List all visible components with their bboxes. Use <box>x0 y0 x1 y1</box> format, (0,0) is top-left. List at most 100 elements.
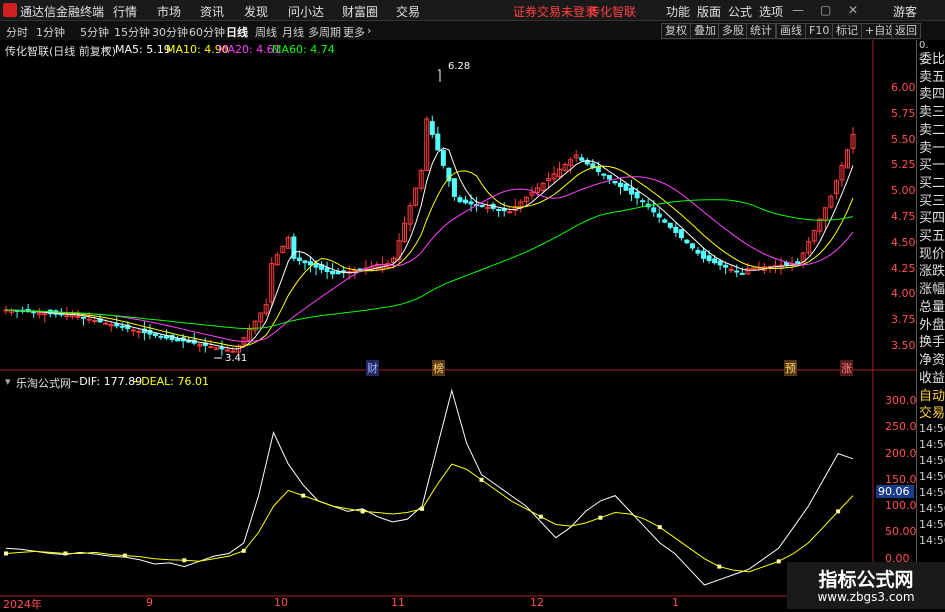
f10-button[interactable]: F10 <box>805 23 834 39</box>
diejia-button[interactable]: 叠加 <box>690 23 720 39</box>
menu-zixun[interactable]: 资讯 <box>200 3 224 20</box>
menu-faxian[interactable]: 发现 <box>244 3 268 20</box>
watermark-url: www.zbgs3.com <box>817 590 915 604</box>
restore-icon[interactable]: ▢ <box>820 3 831 17</box>
candle-body <box>86 318 92 321</box>
menu-bar: 通达信金融终端 行情 市场 资讯 发现 问小达 财富圈 交易 证券交易未登录 传… <box>0 0 945 21</box>
candle-body <box>667 222 673 228</box>
biaoji-button[interactable]: 标记 <box>832 23 862 39</box>
kline-chart-area[interactable]: 6.28 3.41 <box>0 40 916 609</box>
sidebar-item[interactable]: 买五 <box>919 225 945 244</box>
sidebar-time: 14:56 <box>919 502 945 515</box>
sub-y-tick: 100.0 <box>885 499 917 513</box>
sidebar-item[interactable]: 涨跌 <box>919 260 945 279</box>
tab-more[interactable]: 更多 <box>343 24 365 40</box>
sidebar-item[interactable]: 买二 <box>919 172 945 191</box>
sidebar-item[interactable]: 涨幅 <box>919 278 945 297</box>
sidebar-item[interactable]: 卖三 <box>919 101 945 120</box>
candle-body <box>673 226 679 233</box>
candle-body <box>695 249 701 254</box>
sidebar-item[interactable]: 净资 <box>919 349 945 368</box>
sidebar-time: 14:56 <box>919 454 945 467</box>
watermark: 指标公式网 www.zbgs3.com <box>787 562 945 609</box>
sub-y-tick: 300.0 <box>885 394 917 407</box>
user-label[interactable]: 游客 <box>893 3 917 20</box>
close-icon[interactable]: ✕ <box>848 3 858 17</box>
sidebar-item[interactable]: 买三 <box>919 190 945 209</box>
tab-1min[interactable]: 1分钟 <box>36 24 65 40</box>
menu-gongneng[interactable]: 功能 <box>666 3 690 20</box>
menu-hangqing[interactable]: 行情 <box>113 3 137 20</box>
menu-shichang[interactable]: 市场 <box>157 3 181 20</box>
duogu-button[interactable]: 多股 <box>718 23 748 39</box>
login-status[interactable]: 证券交易未登录 <box>513 3 597 20</box>
x-axis-label: 2024年 <box>3 598 42 611</box>
deal-dot <box>182 558 187 563</box>
event-marker-bang[interactable]: 榜 <box>432 360 445 376</box>
chevron-right-icon[interactable]: › <box>367 24 371 37</box>
candle-body <box>75 315 81 318</box>
app-logo-icon <box>3 3 17 17</box>
huaxian-button[interactable]: 画线 <box>776 23 806 39</box>
sidebar-bottom-item[interactable]: 交易 <box>919 402 945 421</box>
sidebar-item[interactable]: 现价 <box>919 243 945 262</box>
tab-fenshi[interactable]: 分时 <box>6 24 28 40</box>
menu-caifuquan[interactable]: 财富圈 <box>342 3 378 20</box>
tab-60min[interactable]: 60分钟 <box>189 24 225 40</box>
tab-15min[interactable]: 15分钟 <box>114 24 150 40</box>
back-button[interactable]: 返回 <box>891 23 921 39</box>
sidebar-item[interactable]: 买四 <box>919 207 945 226</box>
tab-daily[interactable]: 日线 <box>226 24 248 40</box>
sidebar-time: 14:56 <box>919 438 945 451</box>
candle-body <box>324 267 330 273</box>
deal-dot <box>420 506 425 511</box>
menu-banmian[interactable]: 版面 <box>697 3 721 20</box>
minimize-icon[interactable]: — <box>792 3 804 17</box>
tongji-button[interactable]: 统计 <box>746 23 776 39</box>
menu-xuanxiang[interactable]: 选项 <box>759 3 783 20</box>
candle-body <box>579 157 585 161</box>
sub-chart-settings-icon[interactable]: ▾ <box>5 375 11 388</box>
candle-body <box>313 263 319 268</box>
candle-body <box>335 271 341 275</box>
sidebar-item[interactable]: 卖四 <box>919 83 945 102</box>
tab-weekly[interactable]: 周线 <box>255 24 277 40</box>
sub-value-marker: 90.06 <box>876 485 914 498</box>
candle-body <box>662 219 668 223</box>
sidebar-item[interactable]: 外盘 <box>919 314 945 333</box>
sub-y-tick: 200.0 <box>885 446 917 460</box>
chart-settings-icon[interactable]: ▾ <box>104 43 110 56</box>
candle-body <box>689 243 695 249</box>
sidebar-item[interactable]: 买一 <box>919 154 945 173</box>
menu-jiaoyi[interactable]: 交易 <box>396 3 420 20</box>
tab-monthly[interactable]: 月线 <box>282 24 304 40</box>
event-marker-zhang[interactable]: 涨 <box>840 360 853 376</box>
event-marker-yu[interactable]: 预 <box>784 360 797 376</box>
deal-label: ~DEAL: 76.01 <box>132 375 209 388</box>
quote-sidebar: 0. 委比 卖五 卖四 卖三 卖二 卖一 买一 买二 买三 买四 买五 现价 涨跌 涨幅 总量 外盘 换手 净资收… <box>916 40 945 609</box>
sidebar-item[interactable]: 卖二 <box>919 119 945 138</box>
sidebar-item[interactable]: 收益 <box>919 367 945 386</box>
sidebar-item[interactable]: 总量 <box>919 296 945 315</box>
stock-name: 传化智联 <box>588 5 637 19</box>
sidebar-item[interactable]: 卖五 <box>919 66 945 85</box>
candle-body <box>81 316 87 319</box>
main-y-tick: 5.75 <box>891 106 916 120</box>
fuquan-button[interactable]: 复权 <box>661 23 691 39</box>
menu-gongshi[interactable]: 公式 <box>728 3 752 20</box>
sidebar-item[interactable]: 换手 <box>919 331 945 350</box>
candle-body <box>175 338 181 342</box>
tab-multi-period[interactable]: 多周期 <box>308 24 341 40</box>
menu-wenxiaoda[interactable]: 问小达 <box>288 3 324 20</box>
candle-body <box>307 261 313 266</box>
event-marker-cai[interactable]: 财 <box>366 360 379 376</box>
deal-dot <box>360 509 365 514</box>
ma5-label: MA5: 5.19 <box>115 43 171 56</box>
deal-dot <box>776 559 781 564</box>
sidebar-item[interactable]: 卖一 <box>919 137 945 156</box>
sidebar-item[interactable]: 委比 <box>919 48 945 67</box>
tab-5min[interactable]: 5分钟 <box>80 24 109 40</box>
candle-body <box>684 239 690 244</box>
tab-30min[interactable]: 30分钟 <box>152 24 188 40</box>
candle-body <box>103 322 109 325</box>
